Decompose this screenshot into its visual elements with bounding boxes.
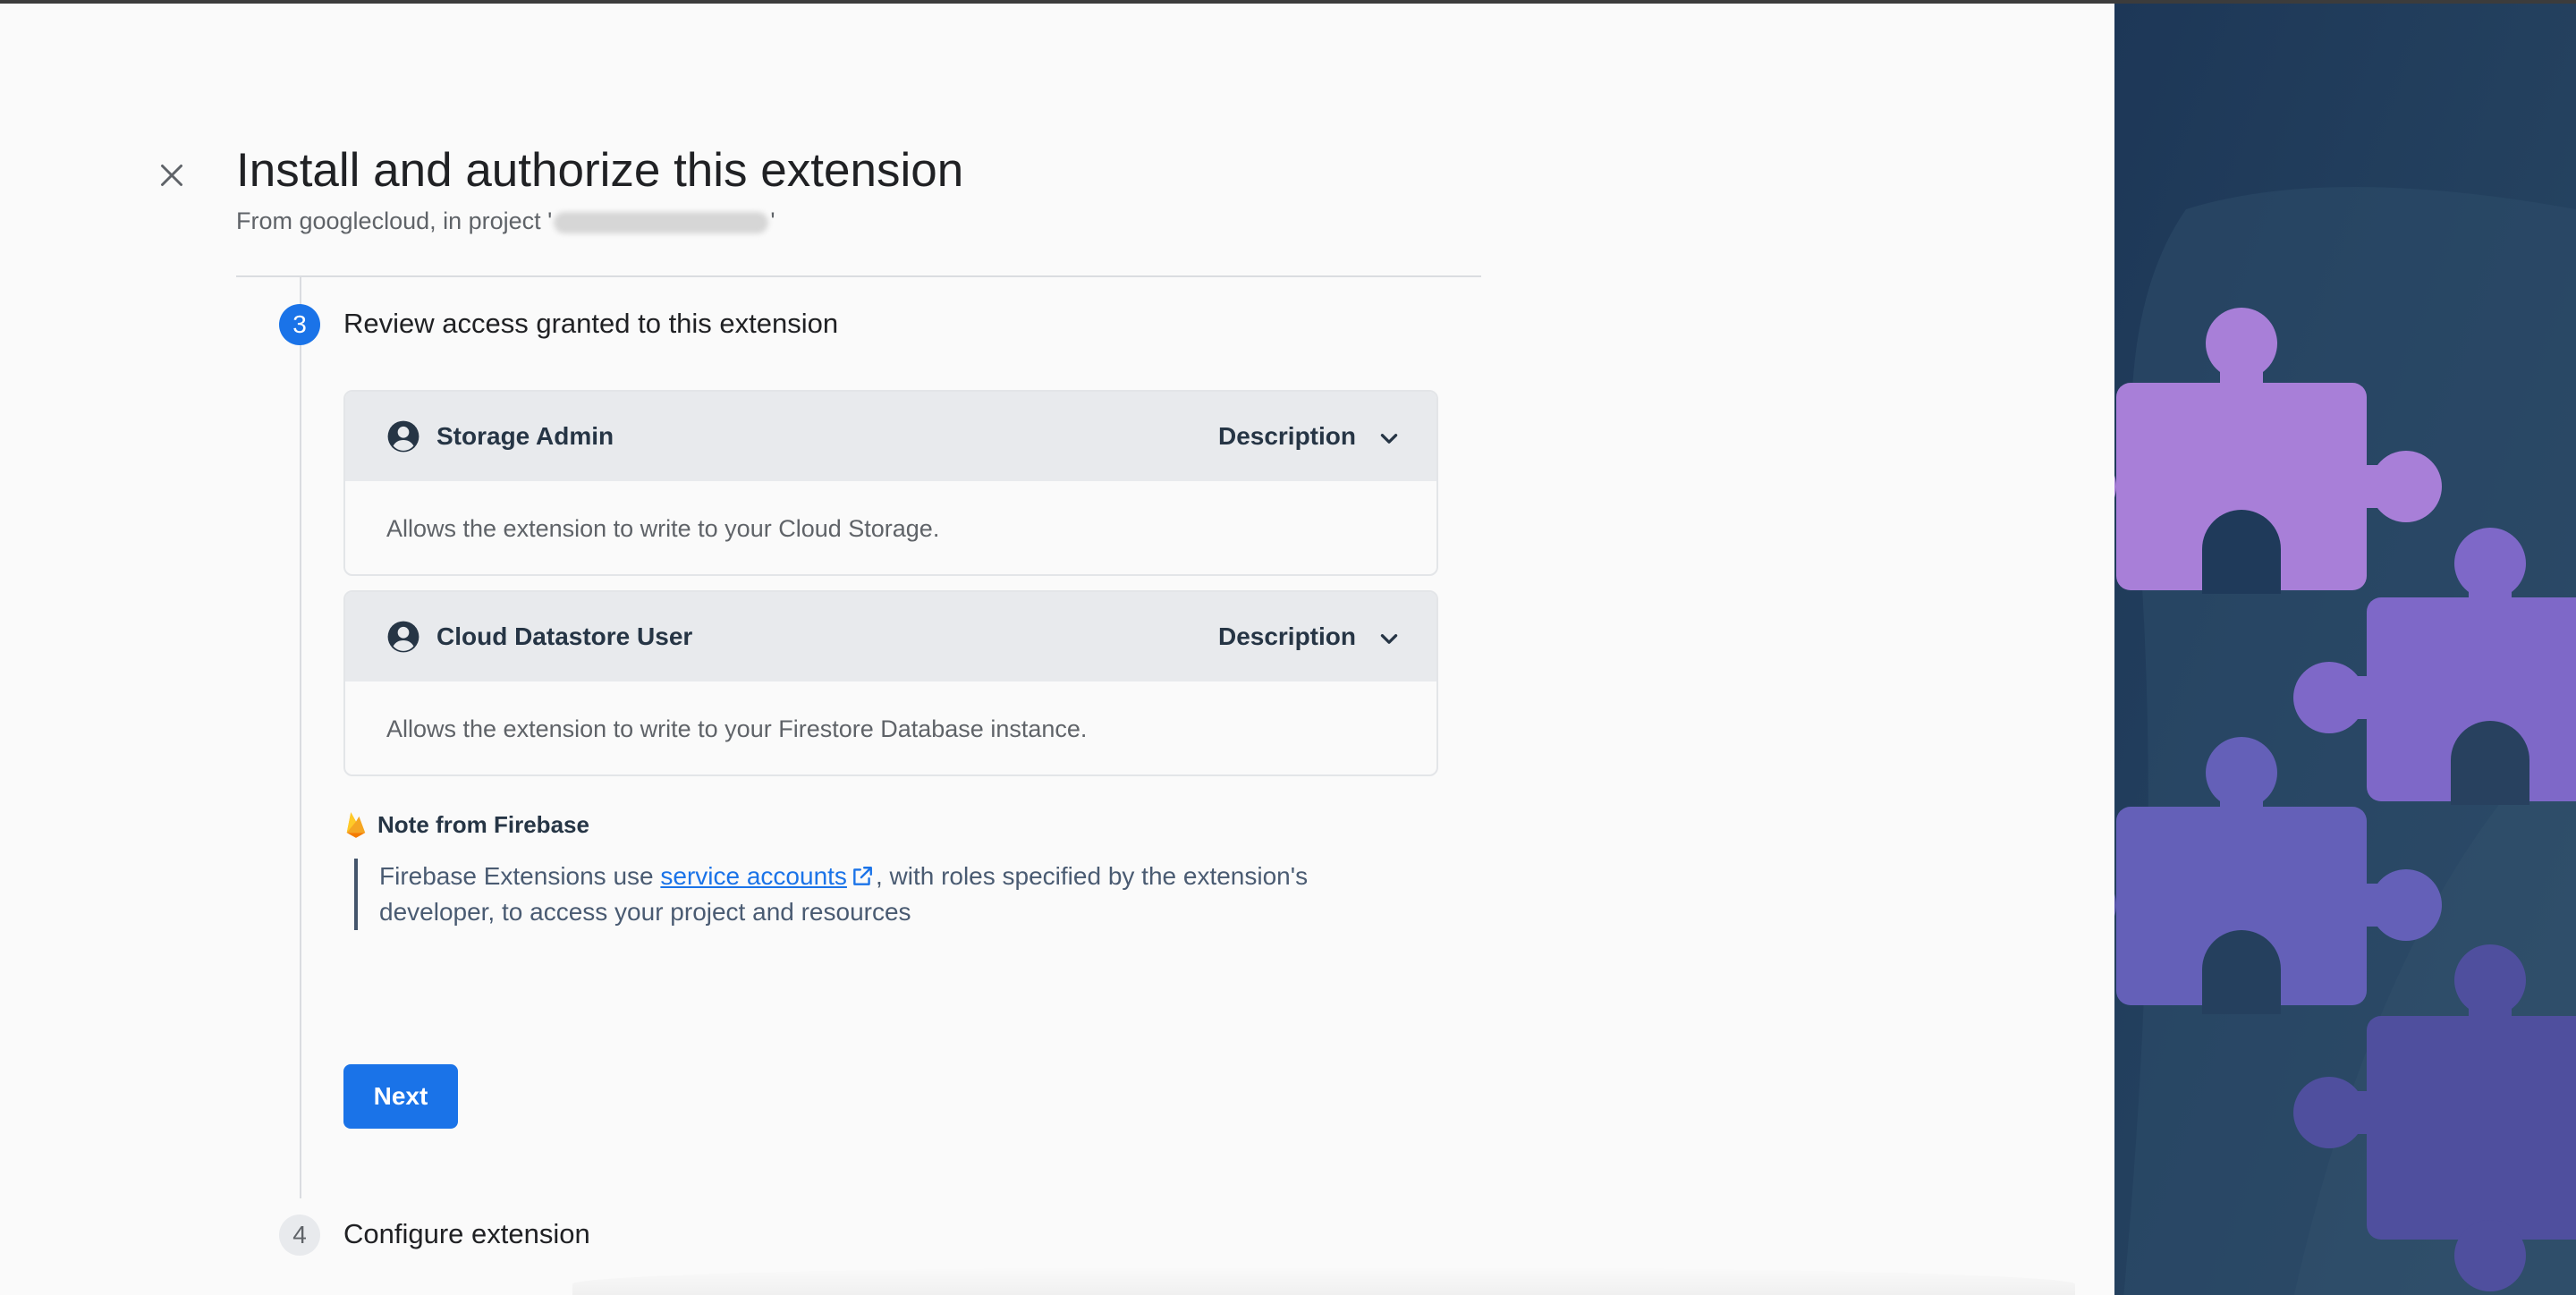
page: Install and authorize this extension Fro… (0, 0, 2576, 1295)
account-circle-icon (387, 420, 419, 453)
stepper-line (300, 277, 301, 1198)
firebase-note: Note from Firebase Firebase Extensions u… (343, 810, 1453, 930)
role-header[interactable]: Storage Admin Description (345, 392, 1436, 481)
puzzle-pieces-illustration (2114, 4, 2576, 1295)
bottom-shadow (572, 1266, 2075, 1295)
chevron-down-icon (1380, 434, 1398, 444)
note-heading: Note from Firebase (343, 810, 1453, 839)
install-dialog: Install and authorize this extension Fro… (0, 4, 2114, 1295)
role-description: Allows the extension to write to your Cl… (386, 515, 940, 542)
description-toggle[interactable]: Description (1218, 422, 1401, 451)
note-heading-text: Note from Firebase (377, 810, 589, 838)
firebase-flame-icon (346, 812, 366, 838)
role-description: Allows the extension to write to your Fi… (386, 715, 1088, 742)
description-toggle-label: Description (1217, 622, 1356, 650)
redacted-project-id (554, 211, 769, 233)
step-title-current: Review access granted to this extension (343, 308, 839, 339)
subtitle-prefix: From googlecloud, in project ' (236, 207, 553, 234)
note-text-before: Firebase Extensions use (379, 862, 661, 890)
subtitle-suffix: ' (770, 207, 775, 234)
next-button[interactable]: Next (343, 1064, 458, 1129)
role-card-storage-admin: Storage Admin Description Allows the ext… (343, 390, 1438, 576)
step-title-next: Configure extension (343, 1218, 590, 1249)
step-number-current: 3 (279, 304, 320, 345)
open-in-new-icon[interactable] (851, 865, 874, 888)
header-divider (236, 275, 1481, 277)
extension-illustration-panel (2114, 4, 2576, 1295)
page-title: Install and authorize this extension (236, 144, 964, 197)
chevron-down-icon (1380, 634, 1398, 644)
page-subtitle: From googlecloud, in project ' ' (236, 207, 775, 235)
description-toggle[interactable]: Description (1218, 622, 1401, 651)
service-accounts-link[interactable]: service accounts (660, 862, 847, 890)
account-circle-icon (387, 621, 419, 653)
note-body: Firebase Extensions use service accounts… (354, 859, 1428, 930)
close-icon (161, 165, 182, 186)
step-number-next: 4 (279, 1215, 320, 1256)
role-name: Storage Admin (436, 422, 614, 450)
description-toggle-label: Description (1217, 422, 1356, 450)
close-button[interactable] (150, 154, 193, 197)
role-header[interactable]: Cloud Datastore User Description (345, 592, 1436, 681)
role-card-cloud-datastore-user: Cloud Datastore User Description Allows … (343, 590, 1438, 776)
role-name: Cloud Datastore User (436, 622, 693, 650)
